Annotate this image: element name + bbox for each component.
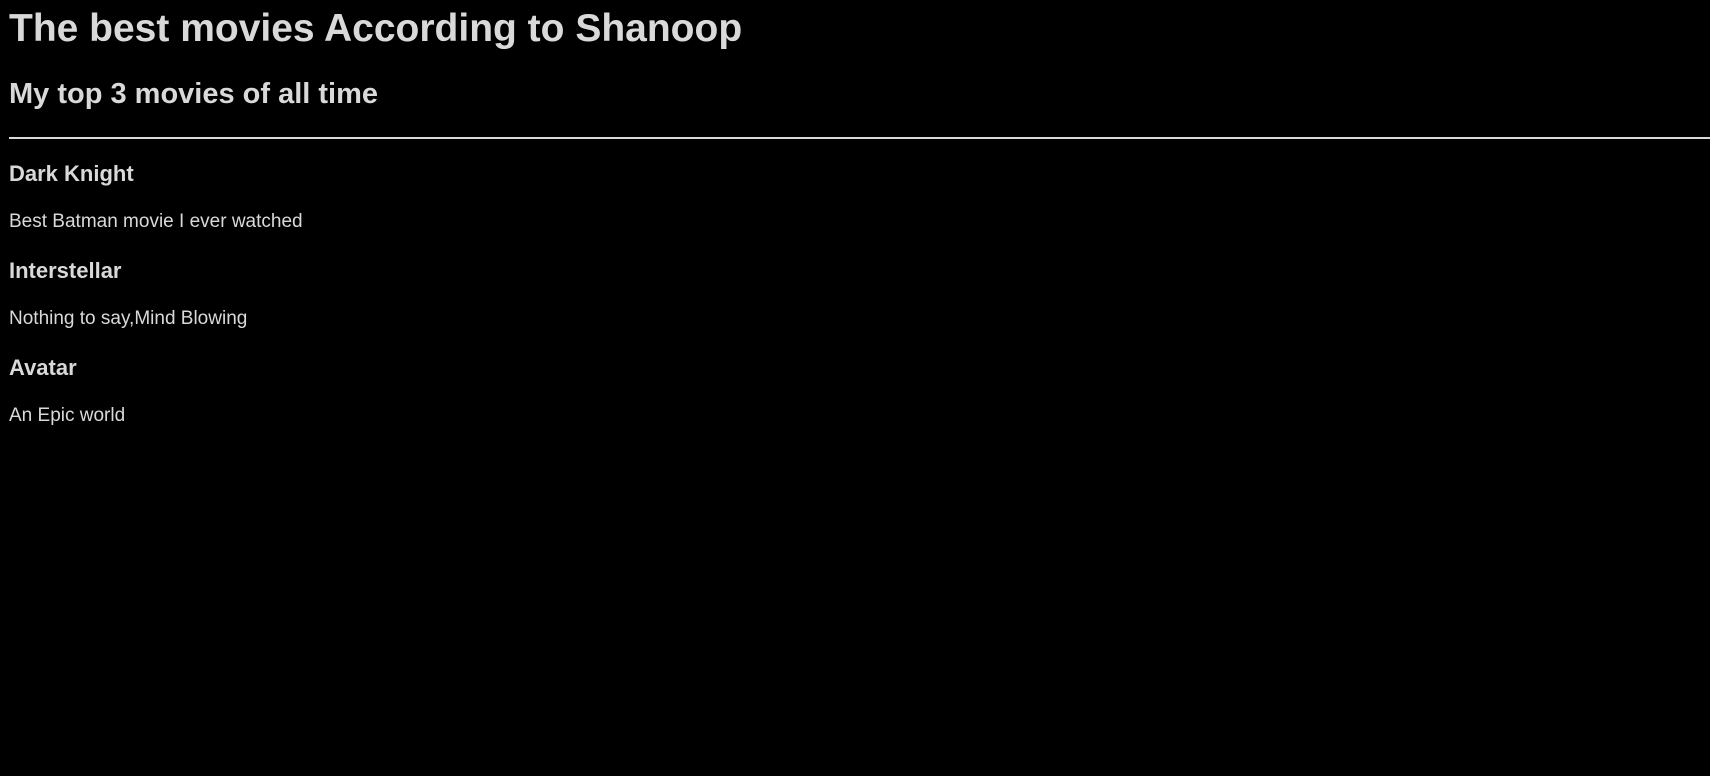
movie-description: An Epic world	[9, 405, 126, 426]
movie-list: Dark Knight Best Batman movie I ever wat…	[9, 160, 1699, 451]
page-title: The best movies According to Shanoop	[9, 7, 743, 50]
divider	[9, 137, 1710, 139]
movie-item: Interstellar Nothing to say,Mind Blowing	[9, 257, 1699, 354]
movie-description: Best Batman movie I ever watched	[9, 211, 303, 232]
movie-title: Avatar	[9, 355, 77, 380]
page: The best movies According to Shanoop My …	[0, 0, 1710, 776]
movie-item: Dark Knight Best Batman movie I ever wat…	[9, 160, 1699, 257]
page-subtitle: My top 3 movies of all time	[9, 78, 379, 110]
movie-description: Nothing to say,Mind Blowing	[9, 308, 248, 329]
movie-title: Interstellar	[9, 258, 122, 283]
movie-item: Avatar An Epic world	[9, 354, 1699, 451]
movie-title: Dark Knight	[9, 161, 134, 186]
